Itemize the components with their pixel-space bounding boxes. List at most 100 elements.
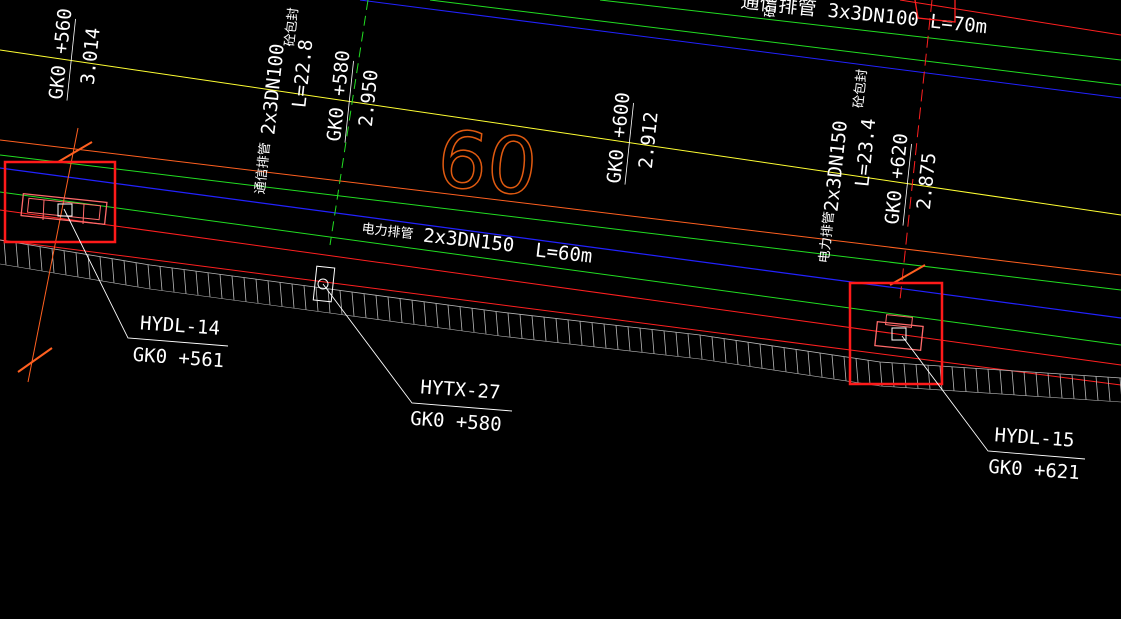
wall-hatch-tick <box>423 301 427 326</box>
station-elev-620: 2.875 <box>913 152 941 211</box>
wall-hatch-tick <box>411 300 415 325</box>
wall-hatch-tick <box>615 325 619 350</box>
wall-hatch-tick <box>711 336 715 361</box>
well-station-hydl-15: GK0 +621 <box>988 456 1081 484</box>
wall-hatch-tick <box>483 309 487 334</box>
wall-hatch-tick <box>75 252 79 277</box>
wall-hatch-tick <box>339 290 343 315</box>
comm-pipe-note: 通信排管 2x3DN100 L=22.8 砼包封 <box>253 7 317 195</box>
wall-hatch-tick <box>627 326 631 351</box>
well-id-hydl-14: HYDL-14 <box>139 312 220 340</box>
comm-pipe-type: 通信排管 <box>253 142 273 195</box>
station-label-560: GK0 +560 3.014 <box>45 7 105 101</box>
big-number-annotation: 60 <box>433 114 541 214</box>
wall-hatch-tick <box>363 293 367 318</box>
power-pipe-right-tag: 砼包封 <box>851 68 870 108</box>
wall-hatch-tick <box>675 332 679 357</box>
station-elev-580: 2.950 <box>355 69 383 128</box>
wall-hatch-tick <box>603 323 607 348</box>
wall-hatch-tick <box>123 260 127 285</box>
wall-hatch-tick <box>243 277 247 302</box>
wall-hatch-tick <box>219 274 223 299</box>
wall-hatch-tick <box>651 329 655 354</box>
well-divider-1 <box>42 199 45 221</box>
power-pipe-right-length: L=23.4 <box>851 117 880 188</box>
wall-hatch-tick <box>471 308 475 333</box>
wall-hatch-tick <box>447 304 451 330</box>
comm-pipe-length: L=22.8 <box>288 38 317 109</box>
wall-hatch-tick <box>639 328 643 353</box>
well-id-hytx-27: HYTX-27 <box>420 376 501 404</box>
blue-pipeline-top <box>359 0 1121 99</box>
well-label-hydl-15: HYDL-15 GK0 +621 <box>988 424 1081 484</box>
power-pipe-main-length: L=60m <box>534 239 593 267</box>
red-pipeline-upper <box>0 209 1121 366</box>
wall-hatch-tick <box>195 271 199 296</box>
power-pipe-right-note: 电力排管 2x3DN150 L=23.4 砼包封 <box>817 68 880 264</box>
wall-hatch-tick <box>459 306 463 331</box>
wall-hatch-tick <box>843 356 847 381</box>
wall-hatch-tick <box>567 319 571 344</box>
station-label-580: GK0 +580 2.950 <box>323 49 383 143</box>
wall-hatch-tick <box>279 282 283 307</box>
wall-hatch-tick <box>3 240 7 265</box>
wall-hatch-tick <box>831 354 835 379</box>
wall-hatch-tick <box>1023 371 1027 396</box>
wall-hatch-tick <box>687 333 691 358</box>
wall-hatch-tick <box>303 285 307 310</box>
wall-hatch-tick <box>867 360 871 385</box>
power-pipe-right-type: 电力排管 <box>817 211 837 264</box>
wall-hatch-tick <box>531 315 535 340</box>
wall-hatch-tick <box>555 318 559 343</box>
wall-hatch-tick <box>543 317 547 342</box>
station-elev-600: 2.912 <box>635 111 663 170</box>
wall-hatch-tick <box>963 367 967 392</box>
wall-hatch-tick <box>807 351 811 376</box>
green-pipeline-upper <box>0 154 1121 291</box>
power-pipe-main-type: 电力排管 <box>361 222 414 243</box>
wall-hatch-tick <box>495 311 499 336</box>
wall-hatch-tick <box>519 314 523 339</box>
wall-hatch-tick <box>987 369 991 394</box>
station-tick-560-bottom <box>17 347 53 373</box>
wall-hatch-tick <box>171 267 175 292</box>
well-hydl-14[interactable] <box>3 160 117 244</box>
well-id-hydl-15: HYDL-15 <box>994 424 1075 452</box>
wall-hatch-tick <box>1083 375 1087 400</box>
power-pipe-main-label: 电力排管 2x3DN150 L=60m <box>361 222 594 268</box>
wall-hatch-tick <box>135 262 139 287</box>
wall-hatch-tick <box>879 361 883 387</box>
wall-hatch-tick <box>27 244 31 269</box>
wall-hatch-tick <box>1095 376 1099 401</box>
wall-hatch-tick <box>927 365 931 390</box>
wall-hatch-tick <box>291 283 295 308</box>
wall-hatch-tick <box>231 275 235 300</box>
well-core-hydl-14 <box>57 203 73 217</box>
well-divider-2 <box>82 203 85 225</box>
wall-hatch-tick <box>951 366 955 391</box>
wall-hatch-tick <box>1047 373 1051 398</box>
comm-pipe-spec: 2x3DN100 <box>257 43 288 136</box>
wall-hatch-tick <box>435 303 439 328</box>
wall-hatch-tick <box>1107 377 1111 402</box>
wall-hatch-tick <box>507 312 511 337</box>
cad-drawing-canvas: 60 HYDL-14 GK0 +561 HYTX-27 GK0 +580 HYD… <box>0 0 1121 484</box>
wall-hatch-tick <box>1011 370 1015 395</box>
wall-hatch-tick <box>267 280 271 305</box>
wall-hatch-tick <box>63 250 67 275</box>
wall-hatch-tick <box>855 358 859 383</box>
wall-hatch-tick <box>699 334 703 360</box>
wall-hatch-tick <box>39 246 43 271</box>
wall-hatch-tick <box>579 321 583 346</box>
power-pipe-right-spec: 2x3DN150 <box>821 119 852 212</box>
wall-hatch-tick <box>783 347 787 372</box>
wall-hatch-tick <box>183 269 187 294</box>
well-label-hytx-27: HYTX-27 GK0 +580 <box>409 376 502 436</box>
wall-hatch-tick <box>111 258 115 283</box>
wall-hatch-tick <box>723 338 727 363</box>
wall-hatch-tick <box>15 242 19 267</box>
wall-hatch-tick <box>591 322 595 347</box>
well-station-hydl-14: GK0 +561 <box>132 344 225 372</box>
wall-hatch-tick <box>819 352 823 378</box>
wall-hatch-tick <box>771 345 775 370</box>
